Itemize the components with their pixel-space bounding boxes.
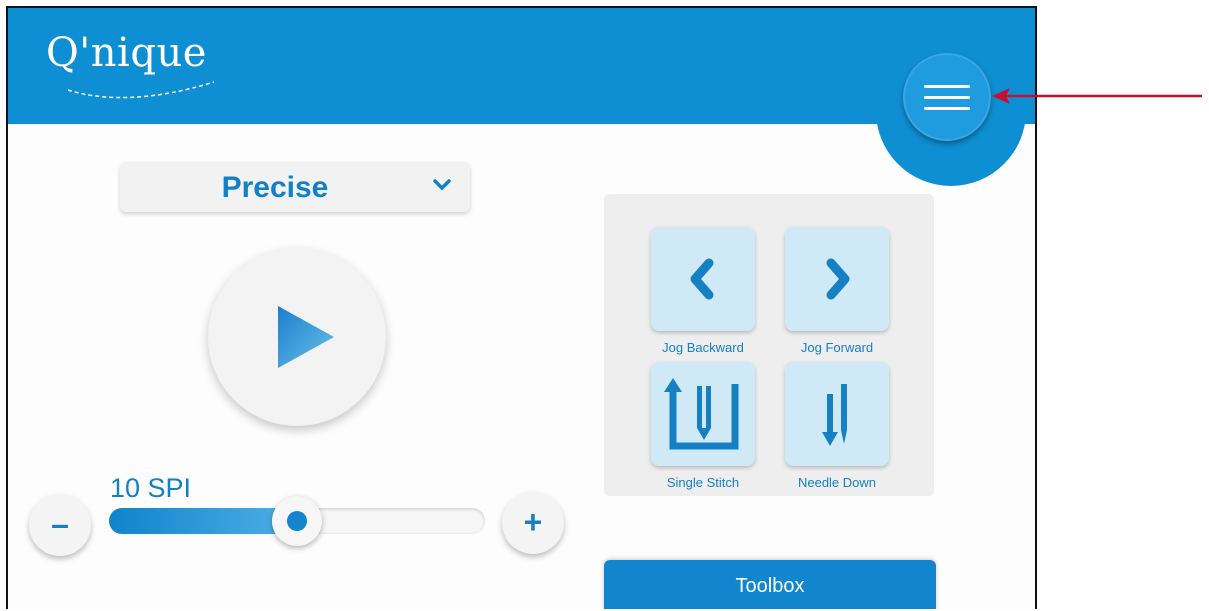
spi-slider-fill xyxy=(109,508,297,534)
spi-slider[interactable] xyxy=(109,496,485,546)
hamburger-menu-button[interactable] xyxy=(903,53,991,141)
decrease-spi-button[interactable]: – xyxy=(29,494,91,556)
chevron-right-icon xyxy=(826,258,850,300)
stitch-mode-value: Precise xyxy=(221,171,329,204)
needle-down-icon xyxy=(822,384,847,446)
stitch-mode-dropdown[interactable]: Precise xyxy=(120,162,470,212)
chevron-left-icon xyxy=(690,258,714,300)
needle-down-label: Needle Down xyxy=(797,475,877,490)
increase-spi-button[interactable]: + xyxy=(502,492,564,554)
machine-control-panel: Jog Backward Jog Forward Single Stitch N… xyxy=(604,194,934,496)
red-arrow-annotation-icon xyxy=(992,88,1202,104)
jog-forward-button[interactable] xyxy=(785,227,889,331)
chevron-down-icon xyxy=(433,179,451,191)
menu-line xyxy=(924,106,970,110)
app-window: Q'nique Precise 10 SPI – + Jog Backward … xyxy=(6,6,1037,609)
spi-slider-thumb[interactable] xyxy=(272,496,322,546)
qnique-logo: Q'nique xyxy=(46,30,207,76)
single-stitch-icon xyxy=(664,378,739,450)
jog-backward-label: Jog Backward xyxy=(662,340,744,355)
logo-swoosh-icon xyxy=(67,81,215,99)
menu-line xyxy=(924,95,970,99)
play-button[interactable] xyxy=(208,248,386,426)
menu-line xyxy=(924,84,970,88)
play-icon xyxy=(278,306,334,368)
toolbox-button[interactable]: Toolbox xyxy=(604,560,936,609)
single-stitch-button[interactable] xyxy=(651,362,755,466)
stitches-per-inch-label: 10 SPI xyxy=(110,473,192,503)
needle-down-button[interactable] xyxy=(785,362,889,466)
jog-forward-label: Jog Forward xyxy=(800,340,874,355)
single-stitch-label: Single Stitch xyxy=(666,475,740,490)
jog-backward-button[interactable] xyxy=(651,227,755,331)
